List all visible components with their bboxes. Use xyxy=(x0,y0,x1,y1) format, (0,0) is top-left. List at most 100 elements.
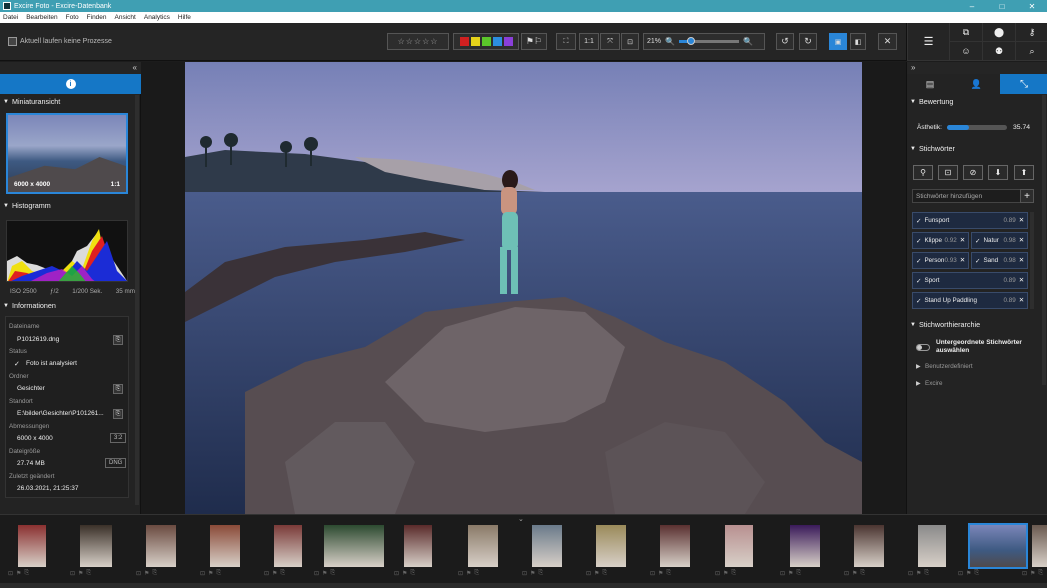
keywords-scrollbar[interactable] xyxy=(1030,212,1034,309)
select-icon[interactable]: ⊡ xyxy=(458,570,463,580)
select-icon[interactable]: ⊡ xyxy=(136,570,141,580)
filmstrip-thumb[interactable] xyxy=(532,525,562,567)
close-view-button[interactable]: ✕ xyxy=(878,33,897,50)
filmstrip-toggle-icon[interactable]: ⌄ xyxy=(518,515,524,523)
red-label-icon[interactable] xyxy=(459,37,469,46)
select-icon[interactable]: ⊡ xyxy=(70,570,75,580)
yellow-label-icon[interactable] xyxy=(470,37,480,46)
main-photo[interactable] xyxy=(185,62,862,514)
flag-icon[interactable]: ⚑ xyxy=(78,570,83,580)
copy-location-icon[interactable]: ⎘ xyxy=(113,409,123,419)
rating-header[interactable]: ▼ Bewertung xyxy=(907,96,1047,107)
menu-ansicht[interactable]: Ansicht xyxy=(115,14,136,21)
flag-icon[interactable]: ⚑ xyxy=(594,570,599,580)
filmstrip-thumb[interactable] xyxy=(918,525,946,567)
histogram-header[interactable]: ▼ Histogramm xyxy=(0,200,141,211)
select-icon[interactable]: ⊡ xyxy=(8,570,13,580)
flag-icon[interactable]: ⚑ xyxy=(208,570,213,580)
copy-icon[interactable]: ⎘ xyxy=(1038,570,1043,580)
edit-list-icon[interactable]: ☰ xyxy=(907,23,949,61)
keyword-chip-natur[interactable]: ✓ Natur 0.98 ✕ xyxy=(971,232,1028,249)
copy-icon[interactable]: ⎘ xyxy=(152,570,157,580)
copy-icon[interactable]: ⎘ xyxy=(602,570,607,580)
copy-icon[interactable]: ⎘ xyxy=(538,570,543,580)
star-rating-filter[interactable]: ☆☆☆☆☆ xyxy=(387,33,449,50)
flag-icon[interactable]: ⚑ xyxy=(852,570,857,580)
flag-icon[interactable]: ⚑ xyxy=(1030,570,1035,580)
blue-label-icon[interactable] xyxy=(492,37,502,46)
expand-triangle-icon[interactable]: ▶ xyxy=(916,363,921,370)
select-icon[interactable]: ⊡ xyxy=(394,570,399,580)
left-scrollbar[interactable] xyxy=(135,95,139,505)
select-icon[interactable]: ⊡ xyxy=(958,570,963,580)
keyword-chip-person[interactable]: ✓ Person 0.93 ✕ xyxy=(912,252,969,269)
select-icon[interactable]: ⊡ xyxy=(264,570,269,580)
select-icon[interactable]: ⊡ xyxy=(200,570,205,580)
hierarchy-header[interactable]: ▼ Stichworthierarchie xyxy=(907,319,1047,330)
copy-icon[interactable]: ⎘ xyxy=(974,570,979,580)
add-keyword-button[interactable]: + xyxy=(1020,189,1034,203)
select-icon[interactable]: ⊡ xyxy=(650,570,655,580)
remove-keyword-icon[interactable]: ✕ xyxy=(960,257,965,264)
color-label-filter[interactable] xyxy=(453,33,519,50)
select-icon[interactable]: ⊡ xyxy=(1022,570,1027,580)
flag-icon[interactable]: ⚑ xyxy=(658,570,663,580)
filmstrip-thumb[interactable] xyxy=(660,525,690,567)
flag-icon[interactable]: ⚑ xyxy=(272,570,277,580)
tab-metadata[interactable]: ▤ xyxy=(907,74,953,94)
filmstrip-thumb[interactable] xyxy=(596,525,626,567)
compare-view-button[interactable]: ◧ xyxy=(850,33,866,50)
flag-icon[interactable]: ⚑ xyxy=(723,570,728,580)
hierarchy-node-benutzerdefiniert[interactable]: Benutzerdefiniert xyxy=(925,363,973,370)
filmstrip-thumb[interactable] xyxy=(404,525,432,567)
copy-icon[interactable]: ⎘ xyxy=(330,570,335,580)
flag-icon[interactable]: ⚑ xyxy=(530,570,535,580)
select-icon[interactable]: ⊡ xyxy=(908,570,913,580)
thumbnail-preview[interactable]: 6000 x 4000 1:1 xyxy=(6,113,128,194)
filmstrip-thumb[interactable] xyxy=(468,525,498,567)
copy-icon[interactable]: ⎘ xyxy=(860,570,865,580)
copy-folder-icon[interactable]: ⎘ xyxy=(113,384,123,394)
keyword-tool-remove-icon[interactable]: ⊘ xyxy=(963,165,983,180)
keyword-input[interactable]: Stichwörter hinzufügen xyxy=(912,189,1022,203)
copy-icon[interactable]: ⎘ xyxy=(474,570,479,580)
sub-keyword-toggle[interactable] xyxy=(916,344,930,351)
location-icon[interactable]: ⬤ xyxy=(982,23,1015,42)
info-tab[interactable]: i xyxy=(0,74,141,94)
face-search-icon[interactable]: ☺ xyxy=(949,42,982,61)
filmstrip-thumb[interactable] xyxy=(324,525,384,567)
keywords-header[interactable]: ▼ Stichwörter xyxy=(907,143,1047,154)
keyword-chip-klippe[interactable]: ✓ Klippe 0.92 ✕ xyxy=(912,232,969,249)
flag-icon[interactable]: ⚑ xyxy=(402,570,407,580)
remove-keyword-icon[interactable]: ✕ xyxy=(1019,237,1024,244)
filmstrip-thumb[interactable] xyxy=(1032,525,1047,567)
zoom-1to1-button[interactable]: 1:1 xyxy=(579,33,599,50)
expand-triangle-icon[interactable]: ▶ xyxy=(916,380,921,387)
similar-search-icon[interactable]: ⧉ xyxy=(949,23,982,42)
flag-icon[interactable]: ⚑ xyxy=(916,570,921,580)
filmstrip-thumb[interactable] xyxy=(146,525,176,567)
maximize-button[interactable]: □ xyxy=(987,2,1017,11)
filmstrip-thumb[interactable] xyxy=(968,523,1028,569)
copy-icon[interactable]: ⎘ xyxy=(666,570,671,580)
right-scrollbar[interactable] xyxy=(1042,95,1046,385)
zoom-slider-handle[interactable] xyxy=(686,37,695,45)
crop-button[interactable]: ⊡ xyxy=(621,33,639,50)
thumbnail-header[interactable]: ▼ Miniaturansicht xyxy=(0,96,141,107)
info-header[interactable]: ▼ Informationen xyxy=(0,300,141,311)
remove-keyword-icon[interactable]: ✕ xyxy=(960,237,965,244)
copy-icon[interactable]: ⎘ xyxy=(796,570,801,580)
search-icon[interactable]: ⌕ xyxy=(1015,42,1047,61)
flag-icon[interactable]: ⚑ xyxy=(466,570,471,580)
keyword-chip-funsport[interactable]: ✓ Funsport 0.89 ✕ xyxy=(912,212,1028,229)
flag-icon[interactable]: ⚑ xyxy=(16,570,21,580)
keyword-tool-import-icon[interactable]: ⬇ xyxy=(988,165,1008,180)
flag-icon[interactable]: ⚑ xyxy=(322,570,327,580)
filmstrip-thumb[interactable] xyxy=(18,525,46,567)
green-label-icon[interactable] xyxy=(481,37,491,46)
zoom-out-icon[interactable]: 🔍 xyxy=(665,37,675,46)
remove-keyword-icon[interactable]: ✕ xyxy=(1019,277,1024,284)
close-window-button[interactable]: ✕ xyxy=(1017,2,1047,11)
select-icon[interactable]: ⊡ xyxy=(844,570,849,580)
single-view-button[interactable]: ▣ xyxy=(829,33,847,50)
